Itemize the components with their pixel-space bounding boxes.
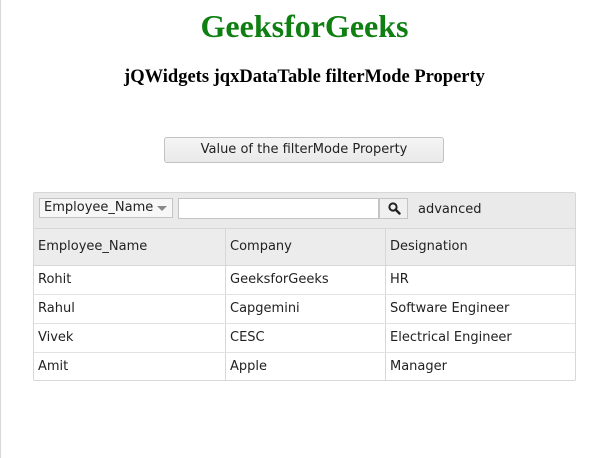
filter-search-input[interactable] (178, 198, 379, 219)
table-cell: Vivek (38, 330, 74, 345)
table-cell: CESC (225, 324, 385, 352)
table-cell: Rohit (38, 272, 72, 287)
dropdown-arrow-icon (157, 206, 167, 211)
filtermode-value-button[interactable]: Value of the filterMode Property (164, 137, 444, 163)
table-row[interactable]: Vivek CESC Electrical Engineer (34, 324, 575, 353)
table-row[interactable]: Rohit GeeksforGeeks HR (34, 266, 575, 295)
table-cell: Rahul (38, 301, 75, 316)
column-header-designation[interactable]: Designation (385, 229, 575, 265)
filter-column-select-value: Employee_Name (44, 200, 154, 215)
table-cell: Electrical Engineer (385, 324, 575, 352)
table-cell: Manager (385, 353, 575, 380)
table-header-row: Employee_Name Company Designation (34, 229, 575, 266)
filter-toolbar: Employee_Name advanced (34, 193, 575, 229)
table-cell: Capgemini (225, 295, 385, 323)
table-row[interactable]: Amit Apple Manager (34, 353, 575, 380)
page-subtitle: jQWidgets jqxDataTable filterMode Proper… (124, 67, 485, 87)
table-cell: GeeksforGeeks (225, 266, 385, 294)
search-button[interactable] (379, 198, 408, 219)
table-cell: HR (385, 266, 575, 294)
table-cell: Amit (38, 359, 69, 374)
column-header-company[interactable]: Company (225, 229, 385, 265)
table-cell: Software Engineer (385, 295, 575, 323)
search-icon (388, 202, 401, 215)
data-table: Employee_Name advanced Employee_Name Com… (33, 192, 576, 381)
site-title: GeeksforGeeks (200, 8, 409, 44)
table-row[interactable]: Rahul Capgemini Software Engineer (34, 295, 575, 324)
table-cell: Apple (225, 353, 385, 380)
advanced-filter-link[interactable]: advanced (418, 202, 482, 217)
column-header-employee-name[interactable]: Employee_Name (34, 229, 225, 265)
filter-column-select[interactable]: Employee_Name (39, 198, 173, 218)
